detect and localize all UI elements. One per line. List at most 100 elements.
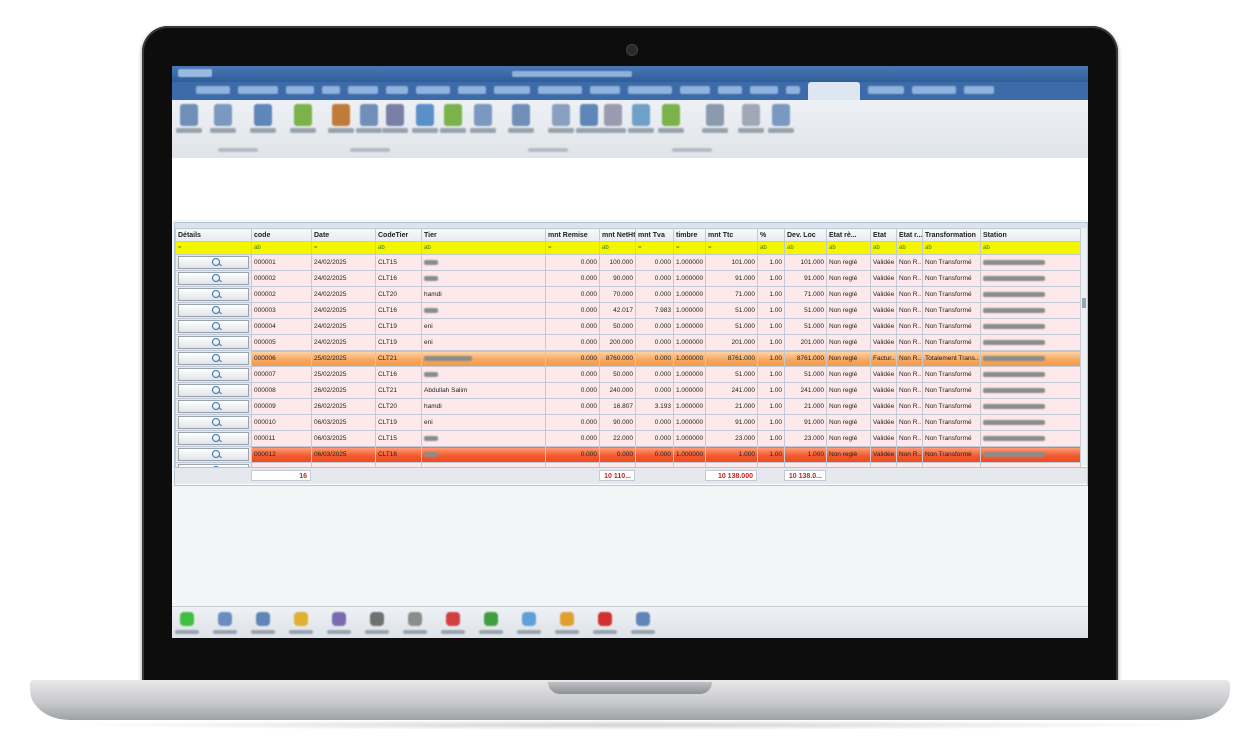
menu-tab[interactable] bbox=[680, 86, 710, 94]
ribbon-button-icon[interactable] bbox=[386, 104, 404, 126]
filter-cell[interactable]: ab bbox=[757, 241, 785, 255]
column-header[interactable]: mnt Ttc bbox=[705, 228, 758, 242]
bottom-toolbar-icon[interactable] bbox=[294, 612, 308, 626]
details-button[interactable] bbox=[178, 448, 249, 461]
details-button[interactable] bbox=[178, 384, 249, 397]
table-row[interactable]: 000004 24/02/2025 CLT19 eni 0.000 50.000 0.000… bbox=[175, 318, 1081, 335]
vertical-scrollbar[interactable] bbox=[1080, 228, 1087, 466]
table-row[interactable]: 000012 06/03/2025 CLT16 0.000 0.000 0.000 1.00… bbox=[175, 446, 1081, 463]
filter-cell[interactable]: = bbox=[175, 241, 252, 255]
filter-cell[interactable]: = bbox=[635, 241, 674, 255]
details-button[interactable] bbox=[178, 336, 249, 349]
column-header[interactable]: Etat r... bbox=[896, 228, 923, 242]
filter-cell[interactable]: ab bbox=[251, 241, 312, 255]
column-header[interactable]: Date bbox=[311, 228, 376, 242]
filter-cell[interactable]: ab bbox=[599, 241, 636, 255]
ribbon-button-icon[interactable] bbox=[416, 104, 434, 126]
ribbon-button-icon[interactable] bbox=[604, 104, 622, 126]
column-header[interactable]: code bbox=[251, 228, 312, 242]
menu-tab[interactable] bbox=[868, 86, 904, 94]
bottom-toolbar-icon[interactable] bbox=[218, 612, 232, 626]
ribbon-button-icon[interactable] bbox=[444, 104, 462, 126]
filter-cell[interactable]: = bbox=[311, 241, 376, 255]
ribbon-button-icon[interactable] bbox=[772, 104, 790, 126]
bottom-toolbar-icon[interactable] bbox=[522, 612, 536, 626]
table-row[interactable]: 000010 06/03/2025 CLT19 eni 0.000 90.000 0.000… bbox=[175, 414, 1081, 431]
filter-cell[interactable]: ab bbox=[896, 241, 923, 255]
ribbon-button-icon[interactable] bbox=[294, 104, 312, 126]
bottom-toolbar-icon[interactable] bbox=[636, 612, 650, 626]
ribbon-button-icon[interactable] bbox=[662, 104, 680, 126]
menu-tab[interactable] bbox=[590, 86, 620, 94]
menu-tab[interactable] bbox=[416, 86, 450, 94]
menu-tab[interactable] bbox=[628, 86, 672, 94]
ribbon-button-icon[interactable] bbox=[632, 104, 650, 126]
table-row[interactable]: 000007 25/02/2025 CLT16 0.000 50.000 0.000 1.0… bbox=[175, 366, 1081, 383]
table-row[interactable]: 000008 26/02/2025 CLT21 Abdullah Salim 0.000… bbox=[175, 382, 1081, 399]
details-button[interactable] bbox=[178, 304, 249, 317]
bottom-toolbar-icon[interactable] bbox=[560, 612, 574, 626]
details-button[interactable] bbox=[178, 400, 249, 413]
ribbon-button-icon[interactable] bbox=[580, 104, 598, 126]
column-header[interactable]: CodeTier bbox=[375, 228, 422, 242]
filter-cell[interactable]: ab bbox=[375, 241, 422, 255]
menu-tab[interactable] bbox=[322, 86, 340, 94]
menu-tab[interactable] bbox=[238, 86, 278, 94]
details-button[interactable] bbox=[178, 256, 249, 269]
filter-cell[interactable]: ab bbox=[784, 241, 827, 255]
menu-tab[interactable] bbox=[786, 86, 800, 94]
menu-tab[interactable] bbox=[286, 86, 314, 94]
menu-tab[interactable] bbox=[964, 86, 994, 94]
bottom-toolbar-icon[interactable] bbox=[370, 612, 384, 626]
table-row[interactable]: 000001 24/02/2025 CLT15 0.000 100.000 0.000 1.… bbox=[175, 254, 1081, 271]
menu-tab[interactable] bbox=[494, 86, 530, 94]
scroll-thumb[interactable] bbox=[1082, 298, 1086, 308]
menu-tab[interactable] bbox=[386, 86, 408, 94]
details-button[interactable] bbox=[178, 432, 249, 445]
details-button[interactable] bbox=[178, 352, 249, 365]
ribbon-button-icon[interactable] bbox=[552, 104, 570, 126]
bottom-toolbar-icon[interactable] bbox=[180, 612, 194, 626]
table-row[interactable]: 000002 24/02/2025 CLT16 0.000 90.000 0.000 1.0… bbox=[175, 270, 1081, 287]
menu-tab[interactable] bbox=[196, 86, 230, 94]
ribbon-button-icon[interactable] bbox=[512, 104, 530, 126]
ribbon-button-icon[interactable] bbox=[706, 104, 724, 126]
filter-cell[interactable]: ab bbox=[980, 241, 1081, 255]
bottom-toolbar-icon[interactable] bbox=[598, 612, 612, 626]
column-header[interactable]: Transformation bbox=[922, 228, 981, 242]
bottom-toolbar-icon[interactable] bbox=[408, 612, 422, 626]
menu-tab[interactable] bbox=[458, 86, 486, 94]
details-button[interactable] bbox=[178, 288, 249, 301]
ribbon-button-icon[interactable] bbox=[332, 104, 350, 126]
ribbon-button-icon[interactable] bbox=[214, 104, 232, 126]
menu-tab[interactable] bbox=[912, 86, 956, 94]
filter-cell[interactable]: = bbox=[545, 241, 600, 255]
column-header[interactable]: % bbox=[757, 228, 785, 242]
column-header[interactable]: Etat rè... bbox=[826, 228, 871, 242]
ribbon-button-icon[interactable] bbox=[474, 104, 492, 126]
details-button[interactable] bbox=[178, 272, 249, 285]
filter-cell[interactable]: = bbox=[673, 241, 706, 255]
column-header[interactable]: mnt NetHt bbox=[599, 228, 636, 242]
column-header[interactable]: Tier bbox=[421, 228, 546, 242]
bottom-toolbar-icon[interactable] bbox=[256, 612, 270, 626]
details-button[interactable] bbox=[178, 368, 249, 381]
bottom-toolbar-icon[interactable] bbox=[446, 612, 460, 626]
bottom-toolbar-icon[interactable] bbox=[484, 612, 498, 626]
column-header[interactable]: mnt Tva bbox=[635, 228, 674, 242]
ribbon-button-icon[interactable] bbox=[180, 104, 198, 126]
bottom-toolbar-icon[interactable] bbox=[332, 612, 346, 626]
menu-tab[interactable] bbox=[808, 82, 860, 100]
menu-tab[interactable] bbox=[718, 86, 742, 94]
filter-cell[interactable]: ab bbox=[922, 241, 981, 255]
column-header[interactable]: Etat bbox=[870, 228, 897, 242]
ribbon-button-icon[interactable] bbox=[742, 104, 760, 126]
filter-cell[interactable]: ab bbox=[826, 241, 871, 255]
table-row[interactable]: 000009 26/02/2025 CLT20 hamdi 0.000 16.807 3.1… bbox=[175, 398, 1081, 415]
filter-cell[interactable]: ab bbox=[421, 241, 546, 255]
column-header[interactable]: timbre bbox=[673, 228, 706, 242]
ribbon-button-icon[interactable] bbox=[254, 104, 272, 126]
table-row[interactable]: 000011 06/03/2025 CLT15 0.000 22.000 0.000 1.0… bbox=[175, 430, 1081, 447]
details-button[interactable] bbox=[178, 320, 249, 333]
table-row[interactable]: 000006 25/02/2025 CLT21 0.000 8760.000 0.000 1… bbox=[175, 350, 1081, 367]
